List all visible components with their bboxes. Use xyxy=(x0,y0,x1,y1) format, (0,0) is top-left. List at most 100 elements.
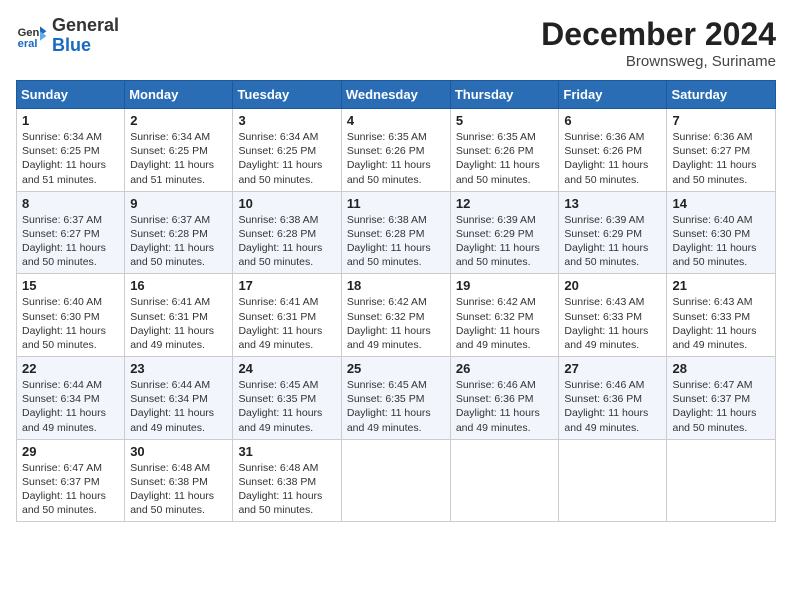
weekday-header: Saturday xyxy=(667,81,776,109)
calendar-day-cell: 30 Sunrise: 6:48 AM Sunset: 6:38 PM Dayl… xyxy=(125,439,233,522)
logo-text: General Blue xyxy=(52,16,119,56)
calendar-day-cell: 21 Sunrise: 6:43 AM Sunset: 6:33 PM Dayl… xyxy=(667,274,776,357)
calendar-day-cell: 10 Sunrise: 6:38 AM Sunset: 6:28 PM Dayl… xyxy=(233,191,341,274)
day-number: 23 xyxy=(130,361,227,376)
weekday-header: Sunday xyxy=(17,81,125,109)
logo-blue: Blue xyxy=(52,36,119,56)
page-header: Gen eral General Blue December 2024 Brow… xyxy=(16,16,776,70)
calendar-day-cell: 26 Sunrise: 6:46 AM Sunset: 6:36 PM Dayl… xyxy=(450,357,559,440)
calendar-day-cell: 25 Sunrise: 6:45 AM Sunset: 6:35 PM Dayl… xyxy=(341,357,450,440)
day-number: 6 xyxy=(564,113,661,128)
title-block: December 2024 Brownsweg, Suriname xyxy=(541,16,776,70)
day-number: 11 xyxy=(347,196,445,211)
calendar-day-cell: 22 Sunrise: 6:44 AM Sunset: 6:34 PM Dayl… xyxy=(17,357,125,440)
day-number: 25 xyxy=(347,361,445,376)
weekday-header: Friday xyxy=(559,81,667,109)
day-number: 20 xyxy=(564,278,661,293)
calendar-day-cell: 11 Sunrise: 6:38 AM Sunset: 6:28 PM Dayl… xyxy=(341,191,450,274)
day-info: Sunrise: 6:42 AM Sunset: 6:32 PM Dayligh… xyxy=(456,295,554,352)
calendar-week-row: 22 Sunrise: 6:44 AM Sunset: 6:34 PM Dayl… xyxy=(17,357,776,440)
calendar-week-row: 29 Sunrise: 6:47 AM Sunset: 6:37 PM Dayl… xyxy=(17,439,776,522)
day-info: Sunrise: 6:47 AM Sunset: 6:37 PM Dayligh… xyxy=(22,461,119,518)
calendar-day-cell: 5 Sunrise: 6:35 AM Sunset: 6:26 PM Dayli… xyxy=(450,109,559,192)
empty-cell xyxy=(450,439,559,522)
day-number: 12 xyxy=(456,196,554,211)
calendar-day-cell: 12 Sunrise: 6:39 AM Sunset: 6:29 PM Dayl… xyxy=(450,191,559,274)
calendar-day-cell: 8 Sunrise: 6:37 AM Sunset: 6:27 PM Dayli… xyxy=(17,191,125,274)
day-info: Sunrise: 6:45 AM Sunset: 6:35 PM Dayligh… xyxy=(238,378,335,435)
calendar-day-cell: 18 Sunrise: 6:42 AM Sunset: 6:32 PM Dayl… xyxy=(341,274,450,357)
day-number: 9 xyxy=(130,196,227,211)
day-number: 28 xyxy=(672,361,770,376)
day-number: 15 xyxy=(22,278,119,293)
day-info: Sunrise: 6:41 AM Sunset: 6:31 PM Dayligh… xyxy=(238,295,335,352)
weekday-header: Thursday xyxy=(450,81,559,109)
calendar-day-cell: 9 Sunrise: 6:37 AM Sunset: 6:28 PM Dayli… xyxy=(125,191,233,274)
day-info: Sunrise: 6:37 AM Sunset: 6:27 PM Dayligh… xyxy=(22,213,119,270)
day-number: 10 xyxy=(238,196,335,211)
day-number: 1 xyxy=(22,113,119,128)
calendar-day-cell: 28 Sunrise: 6:47 AM Sunset: 6:37 PM Dayl… xyxy=(667,357,776,440)
empty-cell xyxy=(559,439,667,522)
calendar-day-cell: 7 Sunrise: 6:36 AM Sunset: 6:27 PM Dayli… xyxy=(667,109,776,192)
empty-cell xyxy=(667,439,776,522)
calendar-day-cell: 15 Sunrise: 6:40 AM Sunset: 6:30 PM Dayl… xyxy=(17,274,125,357)
day-number: 26 xyxy=(456,361,554,376)
calendar-day-cell: 24 Sunrise: 6:45 AM Sunset: 6:35 PM Dayl… xyxy=(233,357,341,440)
day-number: 31 xyxy=(238,444,335,459)
calendar-day-cell: 27 Sunrise: 6:46 AM Sunset: 6:36 PM Dayl… xyxy=(559,357,667,440)
month-year: December 2024 xyxy=(541,16,776,53)
day-info: Sunrise: 6:40 AM Sunset: 6:30 PM Dayligh… xyxy=(672,213,770,270)
day-info: Sunrise: 6:44 AM Sunset: 6:34 PM Dayligh… xyxy=(22,378,119,435)
day-info: Sunrise: 6:34 AM Sunset: 6:25 PM Dayligh… xyxy=(238,130,335,187)
day-number: 5 xyxy=(456,113,554,128)
calendar-day-cell: 6 Sunrise: 6:36 AM Sunset: 6:26 PM Dayli… xyxy=(559,109,667,192)
day-info: Sunrise: 6:35 AM Sunset: 6:26 PM Dayligh… xyxy=(456,130,554,187)
day-info: Sunrise: 6:41 AM Sunset: 6:31 PM Dayligh… xyxy=(130,295,227,352)
day-info: Sunrise: 6:39 AM Sunset: 6:29 PM Dayligh… xyxy=(564,213,661,270)
day-number: 27 xyxy=(564,361,661,376)
day-number: 19 xyxy=(456,278,554,293)
day-number: 16 xyxy=(130,278,227,293)
calendar-day-cell: 20 Sunrise: 6:43 AM Sunset: 6:33 PM Dayl… xyxy=(559,274,667,357)
day-number: 8 xyxy=(22,196,119,211)
day-number: 4 xyxy=(347,113,445,128)
day-info: Sunrise: 6:45 AM Sunset: 6:35 PM Dayligh… xyxy=(347,378,445,435)
location: Brownsweg, Suriname xyxy=(541,53,776,70)
day-info: Sunrise: 6:37 AM Sunset: 6:28 PM Dayligh… xyxy=(130,213,227,270)
calendar-week-row: 1 Sunrise: 6:34 AM Sunset: 6:25 PM Dayli… xyxy=(17,109,776,192)
svg-text:Gen: Gen xyxy=(18,27,40,39)
weekday-header: Tuesday xyxy=(233,81,341,109)
day-info: Sunrise: 6:43 AM Sunset: 6:33 PM Dayligh… xyxy=(564,295,661,352)
day-number: 29 xyxy=(22,444,119,459)
day-info: Sunrise: 6:35 AM Sunset: 6:26 PM Dayligh… xyxy=(347,130,445,187)
calendar-day-cell: 3 Sunrise: 6:34 AM Sunset: 6:25 PM Dayli… xyxy=(233,109,341,192)
day-info: Sunrise: 6:48 AM Sunset: 6:38 PM Dayligh… xyxy=(238,461,335,518)
day-info: Sunrise: 6:34 AM Sunset: 6:25 PM Dayligh… xyxy=(22,130,119,187)
weekday-header-row: SundayMondayTuesdayWednesdayThursdayFrid… xyxy=(17,81,776,109)
logo-general: General xyxy=(52,16,119,36)
calendar-day-cell: 19 Sunrise: 6:42 AM Sunset: 6:32 PM Dayl… xyxy=(450,274,559,357)
calendar-day-cell: 16 Sunrise: 6:41 AM Sunset: 6:31 PM Dayl… xyxy=(125,274,233,357)
calendar-day-cell: 4 Sunrise: 6:35 AM Sunset: 6:26 PM Dayli… xyxy=(341,109,450,192)
day-number: 22 xyxy=(22,361,119,376)
logo-icon: Gen eral xyxy=(16,20,48,52)
svg-text:eral: eral xyxy=(18,38,38,50)
day-info: Sunrise: 6:44 AM Sunset: 6:34 PM Dayligh… xyxy=(130,378,227,435)
day-info: Sunrise: 6:42 AM Sunset: 6:32 PM Dayligh… xyxy=(347,295,445,352)
day-info: Sunrise: 6:40 AM Sunset: 6:30 PM Dayligh… xyxy=(22,295,119,352)
day-info: Sunrise: 6:47 AM Sunset: 6:37 PM Dayligh… xyxy=(672,378,770,435)
day-info: Sunrise: 6:38 AM Sunset: 6:28 PM Dayligh… xyxy=(238,213,335,270)
calendar-day-cell: 2 Sunrise: 6:34 AM Sunset: 6:25 PM Dayli… xyxy=(125,109,233,192)
day-info: Sunrise: 6:34 AM Sunset: 6:25 PM Dayligh… xyxy=(130,130,227,187)
day-number: 30 xyxy=(130,444,227,459)
day-info: Sunrise: 6:36 AM Sunset: 6:27 PM Dayligh… xyxy=(672,130,770,187)
day-info: Sunrise: 6:39 AM Sunset: 6:29 PM Dayligh… xyxy=(456,213,554,270)
calendar-day-cell: 31 Sunrise: 6:48 AM Sunset: 6:38 PM Dayl… xyxy=(233,439,341,522)
calendar-table: SundayMondayTuesdayWednesdayThursdayFrid… xyxy=(16,80,776,522)
day-number: 14 xyxy=(672,196,770,211)
day-number: 24 xyxy=(238,361,335,376)
day-number: 7 xyxy=(672,113,770,128)
calendar-day-cell: 14 Sunrise: 6:40 AM Sunset: 6:30 PM Dayl… xyxy=(667,191,776,274)
day-info: Sunrise: 6:36 AM Sunset: 6:26 PM Dayligh… xyxy=(564,130,661,187)
